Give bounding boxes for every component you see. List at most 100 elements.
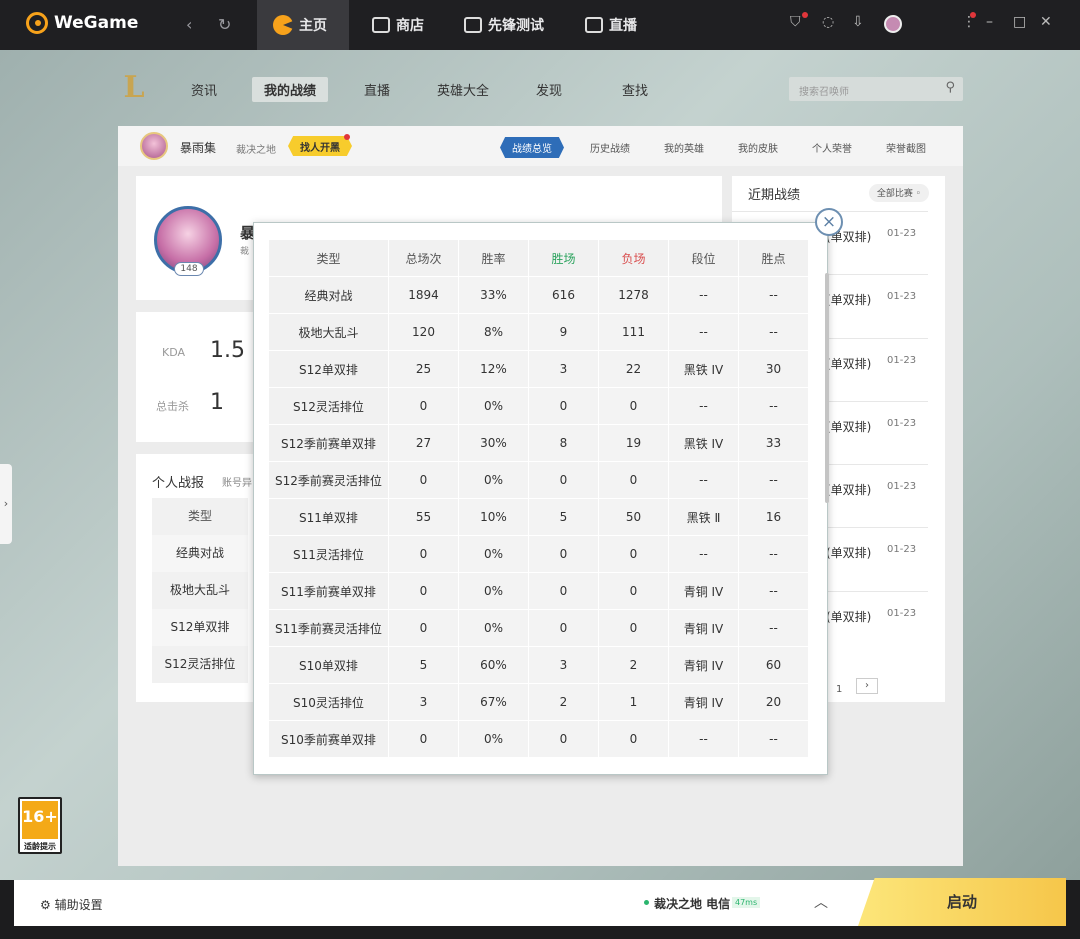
modal-scrollbar[interactable]: [825, 273, 829, 503]
download-icon[interactable]: ⇩: [852, 14, 864, 30]
cell-winrate: 67%: [458, 683, 529, 721]
lol-logo-icon[interactable]: L: [118, 70, 150, 106]
nav-news[interactable]: 资讯: [191, 80, 217, 99]
cell-type: S11灵活排位: [268, 535, 389, 573]
nav-live[interactable]: 直播: [364, 80, 390, 99]
nav-heroes[interactable]: 英雄大全: [437, 80, 489, 99]
tab-store-label: 商店: [396, 18, 424, 34]
cell-rank: 黑铁 Ⅱ: [668, 498, 739, 536]
cell-type: S11单双排: [268, 498, 389, 536]
tab-pioneer-test-label: 先锋测试: [488, 18, 544, 34]
tab-live-label: 直播: [609, 18, 637, 34]
recent-row-type: (单双排): [826, 293, 872, 307]
tab-honor-screens[interactable]: 荣誉截图: [886, 140, 926, 155]
cell-wins: 616: [528, 276, 599, 314]
tab-history[interactable]: 历史战绩: [590, 140, 630, 155]
col-losses: 负场: [598, 239, 669, 277]
tab-live[interactable]: 直播: [569, 0, 653, 50]
tab-home[interactable]: 主页: [257, 0, 349, 50]
cell-type: S10灵活排位: [268, 683, 389, 721]
cell-total: 25: [388, 350, 459, 388]
stats-row: 极地大乱斗 120 8% 9 111 -- --: [268, 313, 808, 351]
col-rank: 段位: [668, 239, 739, 277]
cell-wins: 0: [528, 609, 599, 647]
minimize-icon[interactable]: –: [986, 14, 993, 30]
recent-title: 近期战绩: [748, 188, 801, 203]
summoner-search-input[interactable]: 搜索召唤师 ⚲: [789, 77, 963, 101]
search-icon[interactable]: ⚲: [945, 80, 955, 95]
profile-avatar-small[interactable]: [140, 132, 168, 160]
tab-overview[interactable]: 战绩总览: [500, 137, 564, 158]
cell-losses: 0: [598, 387, 669, 425]
back-icon[interactable]: ‹: [186, 15, 192, 34]
ping-badge: 47ms: [732, 897, 761, 908]
kills-label: 总击杀: [156, 400, 189, 413]
chevron-up-icon[interactable]: ︿: [814, 892, 828, 912]
stats-row: S12单双排 25 12% 3 22 黑铁 IV 30: [268, 350, 808, 388]
stats-row: S10单双排 5 60% 3 2 青铜 IV 60: [268, 646, 808, 684]
cell-lp: --: [738, 313, 808, 351]
cell-type: S11季前赛灵活排位: [268, 609, 389, 647]
cell-winrate: 0%: [458, 461, 529, 499]
page-number[interactable]: 1: [836, 684, 842, 695]
cell-winrate: 10%: [458, 498, 529, 536]
title-bar: WeGame ‹ ↻ 主页 商店 先锋测试 直播 ⛉ ◌ ⇩ ⋮ – □ ✕: [0, 0, 1080, 50]
search-placeholder: 搜索召唤师: [799, 87, 849, 98]
nav-discover[interactable]: 发现: [536, 80, 562, 99]
cell-lp: 16: [738, 498, 808, 536]
brand-label: WeGame: [54, 13, 139, 33]
stats-row: S12季前赛灵活排位 0 0% 0 0 -- --: [268, 461, 808, 499]
cell-rank: 青铜 IV: [668, 609, 739, 647]
age-value: 16+: [22, 807, 58, 826]
assist-settings-button[interactable]: ⚙ 辅助设置: [40, 896, 103, 913]
wegame-logo[interactable]: WeGame: [26, 12, 138, 34]
cell-total: 0: [388, 572, 459, 610]
tab-store[interactable]: 商店: [356, 0, 440, 50]
shield-icon[interactable]: ⛉: [790, 14, 801, 30]
play-icon: [585, 17, 603, 33]
cell-wins: 5: [528, 498, 599, 536]
tab-my-heroes[interactable]: 我的英雄: [664, 140, 704, 155]
cell-rank: 黑铁 IV: [668, 350, 739, 388]
close-window-icon[interactable]: ✕: [1040, 14, 1052, 30]
menu-notification-dot: [970, 12, 976, 18]
cell-rank: 青铜 IV: [668, 572, 739, 610]
tab-pioneer-test[interactable]: 先锋测试: [448, 0, 560, 50]
nav-my-record[interactable]: 我的战绩: [252, 77, 329, 102]
col-total: 总场次: [388, 239, 459, 277]
cell-total: 27: [388, 424, 459, 462]
chat-icon[interactable]: ◌: [822, 14, 834, 30]
cell-type: 经典对战: [268, 276, 389, 314]
cell-rank: --: [668, 313, 739, 351]
find-teammate-button[interactable]: 找人开黑: [288, 136, 352, 156]
personal-row: S12灵活排位: [152, 646, 248, 683]
refresh-icon[interactable]: ↻: [218, 15, 231, 34]
kda-value: 1.5: [210, 338, 245, 363]
server-status[interactable]: 裁决之地 电信: [654, 895, 730, 912]
next-page-button[interactable]: ›: [856, 678, 878, 694]
cell-total: 0: [388, 609, 459, 647]
server-status-dot: [644, 900, 649, 905]
user-avatar[interactable]: [884, 15, 902, 33]
cell-lp: --: [738, 461, 808, 499]
tab-my-skins[interactable]: 我的皮肤: [738, 140, 778, 155]
cell-wins: 8: [528, 424, 599, 462]
cell-winrate: 0%: [458, 720, 529, 758]
match-filter-select[interactable]: 全部比赛 ◦: [868, 184, 929, 202]
cell-lp: --: [738, 387, 808, 425]
cell-wins: 3: [528, 646, 599, 684]
close-modal-button[interactable]: ×: [815, 208, 843, 236]
tab-honor[interactable]: 个人荣誉: [812, 140, 852, 155]
cell-type: S12单双排: [268, 350, 389, 388]
nav-find[interactable]: 查找: [622, 80, 648, 99]
side-expand-handle[interactable]: ›: [0, 464, 12, 544]
pacman-icon: [273, 15, 293, 35]
col-winrate: 胜率: [458, 239, 529, 277]
recent-row-type: (单双排): [826, 610, 872, 624]
cell-total: 0: [388, 461, 459, 499]
cell-losses: 1278: [598, 276, 669, 314]
cell-wins: 3: [528, 350, 599, 388]
match-filter-label: 全部比赛: [876, 189, 913, 199]
maximize-icon[interactable]: □: [1013, 14, 1026, 30]
launch-button[interactable]: 启动: [858, 878, 1066, 926]
